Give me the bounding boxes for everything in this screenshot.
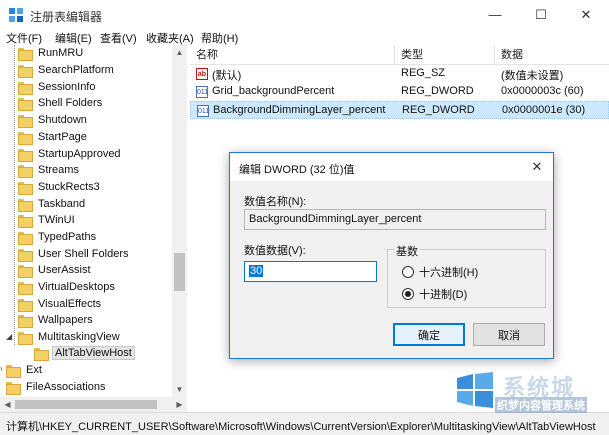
- tree-item[interactable]: SearchPlatform: [18, 62, 116, 78]
- cancel-button[interactable]: 取消: [473, 323, 545, 346]
- menu-favorites[interactable]: 收藏夹(A): [146, 30, 194, 46]
- menu-view[interactable]: 查看(V): [100, 30, 137, 46]
- dword-value-icon: 011: [197, 105, 209, 117]
- tree-item[interactable]: StartupApproved: [18, 146, 123, 162]
- watermark-subtext: 织梦内容管理系统: [495, 397, 587, 413]
- tree-item[interactable]: TypedPaths: [18, 229, 98, 245]
- close-button[interactable]: ✕: [563, 0, 609, 29]
- column-header-data[interactable]: 数据: [495, 45, 609, 65]
- folder-icon: [18, 64, 33, 78]
- scroll-up-icon[interactable]: ▲: [172, 45, 187, 60]
- tree-item[interactable]: Taskband: [18, 196, 87, 212]
- folder-icon: [18, 281, 33, 295]
- dword-value-icon: 011: [196, 86, 208, 98]
- tree-item[interactable]: Shell Folders: [18, 95, 104, 111]
- column-header-name[interactable]: 名称: [190, 45, 395, 65]
- folder-icon: [18, 214, 33, 228]
- table-row-selected[interactable]: 011 BackgroundDimmingLayer_percent REG_D…: [190, 101, 609, 119]
- dialog-title: 编辑 DWORD (32 位)值: [239, 164, 355, 176]
- table-row[interactable]: ab (默认) REG_SZ (数值未设置): [190, 65, 609, 83]
- tree-item[interactable]: SessionInfo: [18, 79, 97, 95]
- menu-edit[interactable]: 编辑(E): [55, 30, 92, 46]
- dialog-title-bar: 编辑 DWORD (32 位)值 ✕: [230, 153, 553, 181]
- radio-decimal[interactable]: 十进制(D): [402, 286, 467, 302]
- dialog-close-button[interactable]: ✕: [527, 157, 547, 177]
- tree-item[interactable]: Streams: [18, 162, 81, 178]
- minimize-button[interactable]: —: [472, 0, 518, 29]
- regedit-app-icon: [9, 8, 23, 22]
- window-title: 注册表编辑器: [30, 10, 103, 24]
- folder-icon: [18, 97, 33, 111]
- base-label: 基数: [394, 243, 420, 259]
- scroll-down-icon[interactable]: ▼: [172, 382, 187, 397]
- tree-item[interactable]: UserAssist: [18, 262, 93, 278]
- expand-toggle-icon[interactable]: ◢: [6, 333, 14, 341]
- folder-icon: [18, 164, 33, 178]
- tree-item[interactable]: VisualEffects: [18, 296, 103, 312]
- tree-item[interactable]: Ext: [6, 362, 44, 378]
- tree-horizontal-scrollbar[interactable]: ◀ ▶: [0, 397, 187, 412]
- folder-icon: [6, 364, 21, 378]
- status-bar: 计算机\HKEY_CURRENT_USER\Software\Microsoft…: [0, 412, 609, 435]
- tree-item[interactable]: Wallpapers: [18, 312, 95, 328]
- folder-icon: [18, 264, 33, 278]
- ok-button[interactable]: 确定: [393, 323, 465, 346]
- value-data-input[interactable]: 30: [244, 261, 377, 282]
- maximize-button[interactable]: ☐: [518, 0, 564, 29]
- edit-dword-dialog: 编辑 DWORD (32 位)值 ✕ 数值名称(N): BackgroundDi…: [229, 152, 554, 359]
- menu-help[interactable]: 帮助(H): [201, 30, 238, 46]
- folder-icon: [18, 47, 33, 61]
- registry-path: 计算机\HKEY_CURRENT_USER\Software\Microsoft…: [6, 421, 596, 433]
- menu-bar: 文件(F) 编辑(E) 查看(V) 收藏夹(A) 帮助(H): [0, 29, 609, 45]
- scroll-thumb[interactable]: [174, 253, 185, 291]
- folder-icon: [6, 381, 21, 395]
- folder-icon: [18, 81, 33, 95]
- registry-tree[interactable]: RunMRU SearchPlatform SessionInfo Shell …: [0, 45, 187, 397]
- folder-icon: [18, 314, 33, 328]
- tree-item[interactable]: StartPage: [18, 129, 89, 145]
- watermark-logo-icon: [457, 372, 493, 408]
- title-bar: 注册表编辑器 — ☐ ✕: [0, 0, 609, 29]
- table-row[interactable]: 011 Grid_backgroundPercent REG_DWORD 0x0…: [190, 83, 609, 101]
- scroll-left-icon[interactable]: ◀: [0, 397, 15, 412]
- scroll-thumb[interactable]: [15, 400, 157, 409]
- base-groupbox: 基数 十六进制(H) 十进制(D): [387, 243, 546, 308]
- list-header: 名称 类型 数据: [190, 45, 609, 65]
- column-header-type[interactable]: 类型: [395, 45, 495, 65]
- value-data-label: 数值数据(V):: [244, 245, 306, 257]
- folder-icon: [18, 198, 33, 212]
- folder-icon: [34, 347, 49, 361]
- folder-icon: [18, 248, 33, 262]
- scroll-right-icon[interactable]: ▶: [172, 397, 187, 412]
- tree-item[interactable]: RunMRU: [18, 45, 85, 61]
- tree-item-alttabviewhost[interactable]: AltTabViewHost: [34, 345, 135, 361]
- string-value-icon: ab: [196, 68, 208, 80]
- folder-icon: [18, 114, 33, 128]
- value-data-text: 30: [249, 265, 264, 277]
- radio-on-icon: [402, 288, 414, 300]
- radio-hexadecimal[interactable]: 十六进制(H): [402, 264, 478, 280]
- folder-icon: [18, 148, 33, 162]
- tree-item[interactable]: StuckRects3: [18, 179, 102, 195]
- folder-open-icon: [18, 331, 33, 345]
- tree-guide-line: [14, 45, 15, 345]
- tree-item[interactable]: User Shell Folders: [18, 246, 130, 262]
- folder-icon: [18, 181, 33, 195]
- tree-item[interactable]: FileAssociations: [6, 379, 107, 395]
- tree-vertical-scrollbar[interactable]: ▲ ▼: [172, 45, 187, 397]
- folder-icon: [18, 298, 33, 312]
- tree-item[interactable]: Shutdown: [18, 112, 89, 128]
- radio-off-icon: [402, 266, 414, 278]
- tree-item[interactable]: TWinUI: [18, 212, 77, 228]
- menu-file[interactable]: 文件(F): [6, 30, 42, 46]
- tree-item-multitaskingview[interactable]: MultitaskingView: [18, 329, 122, 345]
- folder-icon: [18, 131, 33, 145]
- value-name-label: 数值名称(N):: [244, 196, 307, 208]
- watermark: 系统城 织梦内容管理系统: [455, 370, 607, 413]
- tree-item[interactable]: VirtualDesktops: [18, 279, 117, 295]
- value-name-field[interactable]: BackgroundDimmingLayer_percent: [244, 209, 546, 230]
- folder-icon: [18, 231, 33, 245]
